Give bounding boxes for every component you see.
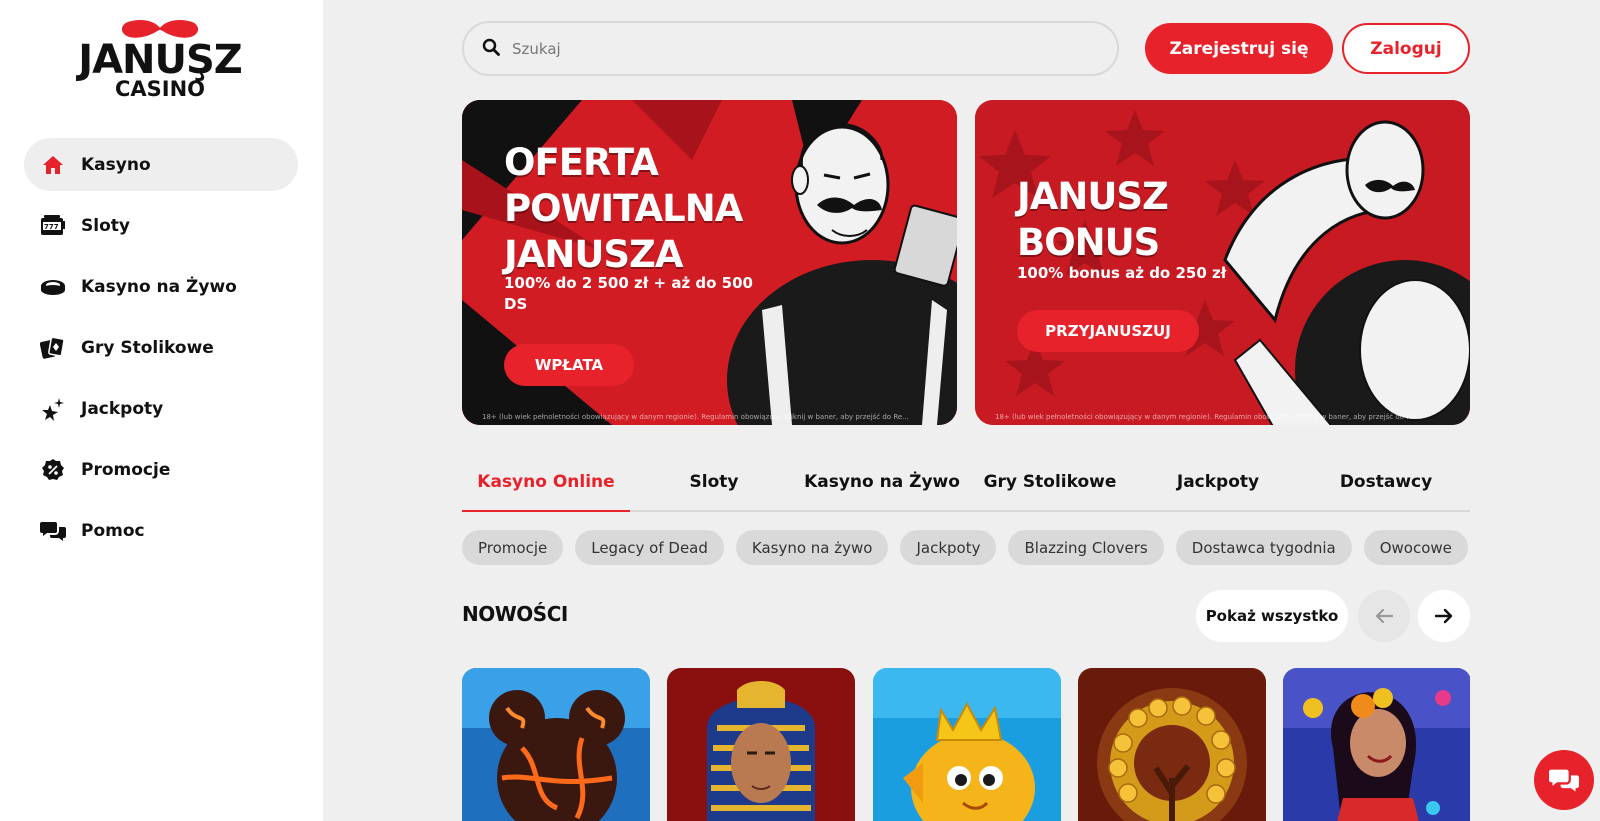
promo-banner-bonus[interactable]: JANUSZ BONUS 100% bonus aż do 250 zł PRZ… bbox=[975, 100, 1470, 425]
percent-badge-icon bbox=[40, 457, 66, 483]
chat-bubbles-icon bbox=[40, 518, 66, 544]
sidebar-item-kasyno[interactable]: Kasyno bbox=[24, 138, 298, 191]
chip-blazzing-clovers[interactable]: Blazzing Clovers bbox=[1008, 530, 1164, 565]
chip-kasyno-na-zywo[interactable]: Kasyno na żywo bbox=[735, 530, 889, 565]
sparkle-star-icon bbox=[40, 396, 66, 422]
sidebar: JANUŞZ CASINO Kasyno 777 Sloty Kasyno na… bbox=[0, 0, 323, 821]
banner-title: JANUSZ BONUS bbox=[1017, 175, 1169, 264]
live-chat-button[interactable] bbox=[1534, 750, 1594, 810]
tab-dostawcy[interactable]: Dostawcy bbox=[1302, 460, 1470, 510]
deposit-button[interactable]: WPŁATA bbox=[504, 344, 634, 386]
carousel-prev-button[interactable] bbox=[1358, 590, 1410, 642]
sidebar-item-sloty[interactable]: 777 Sloty bbox=[24, 199, 298, 252]
banner-disclaimer: 18+ (lub wiek pełnoletności obowiązujący… bbox=[995, 413, 1422, 421]
tab-sloty[interactable]: Sloty bbox=[630, 460, 798, 510]
arrow-left-icon bbox=[1375, 608, 1393, 624]
banner-disclaimer: 18+ (lub wiek pełnoletności obowiązujący… bbox=[482, 413, 909, 421]
tab-kasyno-online[interactable]: Kasyno Online bbox=[462, 460, 630, 512]
sidebar-item-gry-stolikowe[interactable]: Gry Stolikowe bbox=[24, 321, 298, 374]
sidebar-item-label: Promocje bbox=[81, 459, 171, 480]
banner-subtitle: 100% do 2 500 zł + aż do 500 DS bbox=[504, 274, 753, 313]
sidebar-item-kasyno-na-zywo[interactable]: Kasyno na Żywo bbox=[24, 260, 298, 313]
sidebar-item-label: Kasyno na Żywo bbox=[81, 276, 237, 297]
pharaoh-game-thumbnail[interactable] bbox=[667, 668, 855, 821]
sidebar-item-label: Jackpoty bbox=[81, 398, 164, 419]
show-all-button[interactable]: Pokaż wszystko bbox=[1196, 590, 1348, 642]
banner-title: OFERTA POWITALNA JANUSZA bbox=[504, 141, 743, 276]
category-tabs: Kasyno Online Sloty Kasyno na Żywo Gry S… bbox=[462, 460, 1470, 512]
sidebar-item-label: Sloty bbox=[81, 215, 130, 236]
sidebar-nav: Kasyno 777 Sloty Kasyno na Żywo Gry Stol… bbox=[24, 138, 298, 565]
przyjanuszuj-button[interactable]: PRZYJANUSZUJ bbox=[1017, 310, 1199, 352]
chip-dostawca-tygodnia[interactable]: Dostawca tygodnia bbox=[1175, 530, 1352, 565]
lava-orb-game-thumbnail[interactable] bbox=[462, 668, 650, 821]
sidebar-item-pomoc[interactable]: Pomoc bbox=[24, 504, 298, 557]
filter-chips: Promocje Legacy of Dead Kasyno na żywo J… bbox=[462, 530, 1470, 566]
promo-banner-welcome[interactable]: OFERTA POWITALNA JANUSZA 100% do 2 500 z… bbox=[462, 100, 957, 425]
search-input[interactable] bbox=[512, 39, 1072, 58]
home-icon bbox=[40, 152, 66, 178]
cards-icon bbox=[40, 335, 66, 361]
arrow-right-icon bbox=[1435, 608, 1453, 624]
sidebar-item-jackpoty[interactable]: Jackpoty bbox=[24, 382, 298, 435]
logo[interactable]: JANUŞZ CASINO bbox=[70, 18, 250, 118]
sidebar-item-label: Kasyno bbox=[81, 154, 151, 175]
roulette-chip-icon bbox=[40, 274, 66, 300]
sidebar-item-promocje[interactable]: Promocje bbox=[24, 443, 298, 496]
banner-subtitle: 100% bonus aż do 250 zł bbox=[1017, 264, 1227, 282]
slot-machine-icon: 777 bbox=[40, 213, 66, 239]
chip-jackpoty[interactable]: Jackpoty bbox=[900, 530, 997, 565]
chip-legacy-of-dead[interactable]: Legacy of Dead bbox=[575, 530, 724, 565]
brand-name: JANUŞZ bbox=[78, 37, 243, 83]
sidebar-item-label: Gry Stolikowe bbox=[81, 337, 214, 358]
search-icon bbox=[482, 38, 500, 60]
tab-gry-stolikowe[interactable]: Gry Stolikowe bbox=[966, 460, 1134, 510]
tab-kasyno-na-zywo[interactable]: Kasyno na Żywo bbox=[798, 460, 966, 510]
fiesta-dancer-game-thumbnail[interactable] bbox=[1283, 668, 1470, 821]
games-carousel bbox=[462, 668, 1470, 821]
carousel-next-button[interactable] bbox=[1418, 590, 1470, 642]
chat-bubbles-icon bbox=[1549, 769, 1579, 792]
section-title: NOWOŚCI bbox=[462, 602, 568, 626]
chip-owocowe[interactable]: Owocowe bbox=[1363, 530, 1468, 565]
gold-coins-tree-game-thumbnail[interactable] bbox=[1078, 668, 1266, 821]
svg-text:777: 777 bbox=[44, 223, 59, 231]
login-button[interactable]: Zaloguj bbox=[1342, 23, 1470, 74]
golden-fish-king-game-thumbnail[interactable] bbox=[873, 668, 1061, 821]
register-button[interactable]: Zarejestruj się bbox=[1145, 23, 1333, 74]
sidebar-item-label: Pomoc bbox=[81, 520, 145, 541]
chip-promocje[interactable]: Promocje bbox=[462, 530, 564, 565]
search-bar[interactable] bbox=[462, 21, 1119, 76]
tab-jackpoty[interactable]: Jackpoty bbox=[1134, 460, 1302, 510]
